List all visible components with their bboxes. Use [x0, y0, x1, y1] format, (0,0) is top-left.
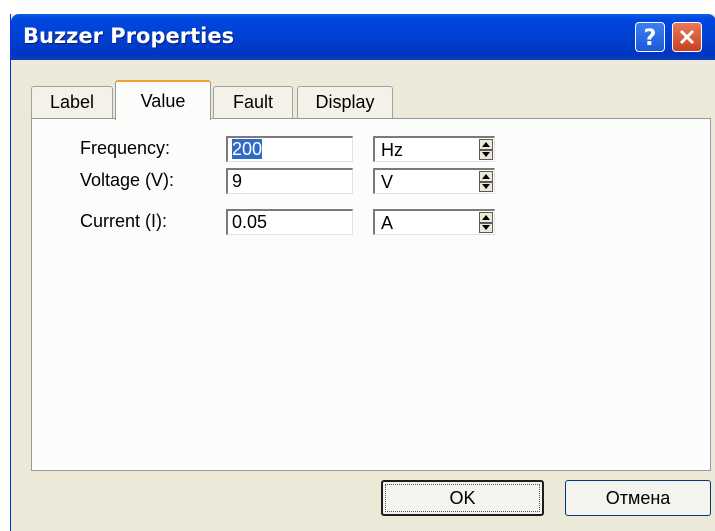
voltage-unit: V — [381, 172, 394, 192]
dialog-body: Label Value Fault Display Frequency: 200… — [11, 60, 715, 531]
tab-fault[interactable]: Fault — [213, 86, 293, 118]
voltage-label: Voltage (V): — [80, 170, 175, 190]
spin-up-icon[interactable] — [479, 212, 493, 223]
current-unit: A — [381, 213, 394, 233]
ok-button[interactable]: OK — [381, 480, 544, 516]
frequency-unit-select[interactable]: Hz — [373, 136, 495, 162]
tab-display[interactable]: Display — [297, 86, 393, 118]
help-button[interactable]: ? — [635, 22, 665, 52]
value-tab-panel: Frequency: 200 Hz Voltage (V): 9 V Curre… — [31, 118, 711, 471]
window-title: Buzzer Properties — [23, 24, 235, 48]
spin-up-icon[interactable] — [479, 139, 493, 150]
voltage-unit-select[interactable]: V — [373, 168, 495, 194]
cancel-button[interactable]: Отмена — [565, 480, 711, 516]
frequency-input[interactable]: 200 — [226, 136, 353, 162]
frequency-unit-spinner[interactable] — [479, 139, 493, 160]
tab-label[interactable]: Label — [31, 86, 113, 118]
voltage-input[interactable]: 9 — [226, 168, 353, 194]
current-value: 0.05 — [232, 212, 268, 232]
frequency-unit: Hz — [381, 140, 403, 160]
current-unit-select[interactable]: A — [373, 209, 495, 235]
close-button[interactable] — [672, 22, 702, 52]
svg-text:?: ? — [644, 26, 657, 48]
current-unit-spinner[interactable] — [479, 212, 493, 233]
title-bar[interactable]: Buzzer Properties ? — [11, 14, 715, 60]
frequency-value: 200 — [232, 139, 263, 159]
voltage-value: 9 — [232, 171, 243, 191]
spin-up-icon[interactable] — [479, 171, 493, 182]
tab-value[interactable]: Value — [115, 80, 211, 120]
spin-down-icon[interactable] — [479, 222, 493, 233]
spin-down-icon[interactable] — [479, 181, 493, 192]
help-icon: ? — [644, 26, 657, 48]
current-label: Current (I): — [80, 211, 168, 231]
frequency-label: Frequency: — [80, 138, 171, 158]
current-input[interactable]: 0.05 — [226, 209, 353, 235]
voltage-unit-spinner[interactable] — [479, 171, 493, 192]
spin-down-icon[interactable] — [479, 149, 493, 160]
buzzer-properties-dialog: Buzzer Properties ? Label Value Fault Di… — [10, 14, 715, 531]
close-icon — [679, 29, 695, 45]
